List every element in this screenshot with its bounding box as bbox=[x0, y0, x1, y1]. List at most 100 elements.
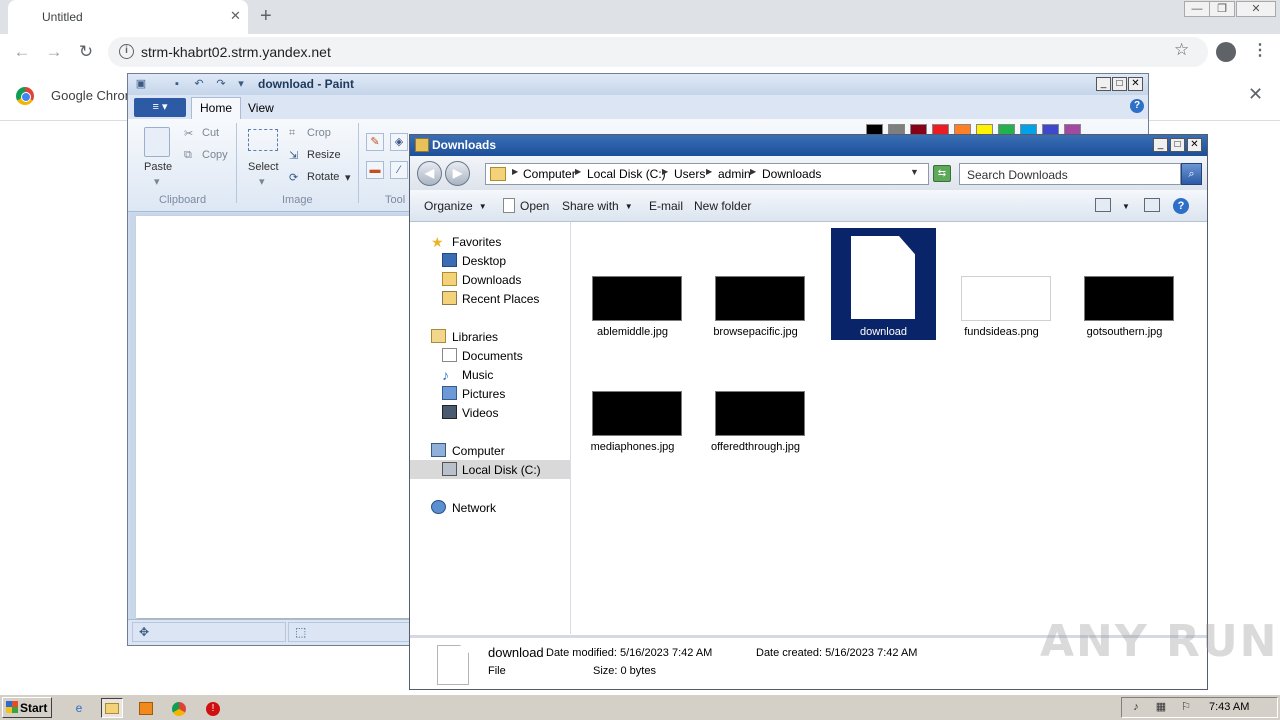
breadcrumb-dropdown-icon[interactable]: ▼ bbox=[910, 167, 919, 177]
select-dropdown-icon[interactable]: ▾ bbox=[259, 175, 265, 188]
nav-documents[interactable]: Documents bbox=[410, 346, 570, 365]
search-icon[interactable]: ⌕ bbox=[1181, 163, 1202, 185]
infobar-close-icon[interactable]: ✕ bbox=[1248, 84, 1263, 105]
reload-icon[interactable]: ↻ bbox=[75, 41, 97, 63]
file-item[interactable]: mediaphones.jpg bbox=[580, 343, 685, 455]
select-icon[interactable] bbox=[248, 129, 278, 151]
site-info-icon[interactable]: i bbox=[119, 44, 134, 59]
chrome-tab[interactable]: Untitled ✕ bbox=[8, 0, 248, 34]
breadcrumb-downloads[interactable]: Downloads bbox=[762, 167, 821, 181]
paste-button[interactable]: Paste bbox=[144, 161, 172, 173]
cut-button[interactable]: Cut bbox=[202, 127, 219, 139]
media-player-icon[interactable] bbox=[135, 698, 157, 718]
resize-button[interactable]: Resize bbox=[307, 149, 341, 161]
breadcrumb-computer[interactable]: Computer bbox=[523, 167, 576, 181]
crop-icon[interactable]: ⌗ bbox=[289, 127, 295, 140]
copy-icon[interactable]: ⧉ bbox=[184, 149, 192, 162]
open-button[interactable]: Open bbox=[520, 199, 549, 213]
explorer-maximize-button[interactable]: □ bbox=[1170, 138, 1185, 152]
breadcrumb-local-disk[interactable]: Local Disk (C:) bbox=[587, 167, 666, 181]
profile-avatar-icon[interactable] bbox=[1216, 42, 1236, 62]
clock[interactable]: 7:43 AM bbox=[1209, 701, 1249, 713]
paint-close-button[interactable]: ✕ bbox=[1128, 77, 1143, 91]
preview-pane-icon[interactable] bbox=[1144, 198, 1160, 212]
nav-downloads[interactable]: Downloads bbox=[410, 270, 570, 289]
chrome-minimize-button[interactable]: — bbox=[1184, 1, 1210, 17]
action-center-flag-icon[interactable]: ⚐ bbox=[1179, 701, 1193, 714]
network-status-icon[interactable]: ▦ bbox=[1154, 701, 1168, 714]
cut-icon[interactable]: ✂ bbox=[184, 127, 193, 140]
nav-libraries[interactable]: Libraries bbox=[410, 327, 570, 346]
forward-button[interactable]: ▶ bbox=[445, 161, 470, 186]
rotate-icon[interactable]: ⟳ bbox=[289, 171, 298, 184]
new-folder-button[interactable]: New folder bbox=[694, 199, 751, 213]
crop-button[interactable]: Crop bbox=[307, 127, 331, 139]
select-button[interactable]: Select bbox=[248, 161, 279, 173]
help-icon[interactable]: ? bbox=[1173, 198, 1189, 214]
fill-icon[interactable]: ◈ bbox=[390, 133, 408, 151]
breadcrumb-arrow-icon[interactable]: ▶ bbox=[706, 167, 712, 176]
file-item[interactable]: ablemiddle.jpg bbox=[580, 228, 685, 340]
view-dropdown-icon[interactable]: ▼ bbox=[1122, 202, 1130, 211]
breadcrumb-users[interactable]: Users bbox=[674, 167, 705, 181]
nav-music[interactable]: ♪ Music bbox=[410, 365, 570, 384]
breadcrumb-arrow-icon[interactable]: ▶ bbox=[662, 167, 668, 176]
start-button[interactable]: Start bbox=[2, 697, 52, 718]
rotate-button[interactable]: Rotate bbox=[307, 171, 339, 183]
search-input[interactable]: Search Downloads bbox=[959, 163, 1181, 185]
share-with-button[interactable]: Share with ▼ bbox=[562, 199, 633, 213]
bookmark-star-icon[interactable]: ☆ bbox=[1174, 40, 1189, 60]
copy-button[interactable]: Copy bbox=[202, 149, 228, 161]
nav-recent-places[interactable]: Recent Places bbox=[410, 289, 570, 308]
tab-home[interactable]: Home bbox=[191, 97, 241, 119]
nav-videos[interactable]: Videos bbox=[410, 403, 570, 422]
file-item[interactable]: browsepacific.jpg bbox=[703, 228, 808, 340]
eraser-icon[interactable]: ▬ bbox=[366, 161, 384, 179]
undo-icon[interactable]: ↶ bbox=[192, 77, 206, 91]
paint-file-menu-button[interactable]: ≡ ▾ bbox=[134, 98, 186, 117]
nav-favorites[interactable]: ★ Favorites bbox=[410, 232, 570, 251]
email-button[interactable]: E-mail bbox=[649, 199, 683, 213]
back-button[interactable]: ◀ bbox=[417, 161, 442, 186]
color-picker-icon[interactable]: ⁄ bbox=[390, 161, 408, 179]
paste-dropdown-icon[interactable]: ▾ bbox=[154, 175, 160, 188]
paste-icon[interactable] bbox=[144, 127, 170, 157]
tab-view[interactable]: View bbox=[248, 101, 274, 115]
file-item[interactable]: download bbox=[831, 228, 936, 340]
refresh-icon[interactable]: ⇆ bbox=[933, 165, 951, 182]
paint-maximize-button[interactable]: □ bbox=[1112, 77, 1127, 91]
paint-app-icon[interactable]: ▣ bbox=[134, 77, 148, 91]
breadcrumb-admin[interactable]: admin bbox=[718, 167, 751, 181]
save-icon[interactable]: ▪ bbox=[170, 77, 184, 91]
chrome-close-button[interactable]: ✕ bbox=[1236, 1, 1276, 17]
breadcrumb-arrow-icon[interactable]: ▶ bbox=[575, 167, 581, 176]
paint-help-icon[interactable]: ? bbox=[1130, 99, 1144, 113]
nav-computer[interactable]: Computer bbox=[410, 441, 570, 460]
paint-minimize-button[interactable]: _ bbox=[1096, 77, 1111, 91]
internet-explorer-icon[interactable]: e bbox=[68, 698, 90, 718]
chrome-restore-button[interactable]: ❐ bbox=[1209, 1, 1235, 17]
file-item[interactable]: gotsouthern.jpg bbox=[1072, 228, 1177, 340]
organize-button[interactable]: Organize ▼ bbox=[424, 199, 487, 213]
chrome-taskbar-icon[interactable] bbox=[168, 698, 190, 718]
forward-icon[interactable]: → bbox=[43, 41, 65, 63]
nav-local-disk[interactable]: Local Disk (C:) bbox=[410, 460, 570, 479]
file-item[interactable]: fundsideas.png bbox=[949, 228, 1054, 340]
paint-canvas[interactable] bbox=[136, 216, 410, 618]
nav-network[interactable]: Network bbox=[410, 498, 570, 517]
file-item[interactable]: offeredthrough.jpg bbox=[703, 343, 808, 455]
explorer-minimize-button[interactable]: _ bbox=[1153, 138, 1168, 152]
url-text[interactable]: strm-khabrt02.strm.yandex.net bbox=[141, 44, 331, 60]
new-tab-button[interactable]: + bbox=[260, 5, 272, 28]
tab-close-icon[interactable]: ✕ bbox=[230, 8, 241, 24]
resize-icon[interactable]: ⇲ bbox=[289, 149, 298, 162]
breadcrumb-arrow-icon[interactable]: ▶ bbox=[750, 167, 756, 176]
chrome-menu-icon[interactable]: ⋮ bbox=[1252, 40, 1268, 60]
back-icon[interactable]: ← bbox=[11, 41, 33, 63]
explorer-taskbar-icon[interactable] bbox=[101, 698, 123, 718]
address-bar[interactable]: i strm-khabrt02.strm.yandex.net bbox=[108, 37, 1208, 67]
rotate-dropdown-icon[interactable]: ▾ bbox=[345, 171, 351, 184]
breadcrumb-arrow-icon[interactable]: ▶ bbox=[512, 167, 518, 176]
explorer-close-button[interactable]: ✕ bbox=[1187, 138, 1202, 152]
volume-icon[interactable]: ♪ bbox=[1129, 701, 1143, 714]
